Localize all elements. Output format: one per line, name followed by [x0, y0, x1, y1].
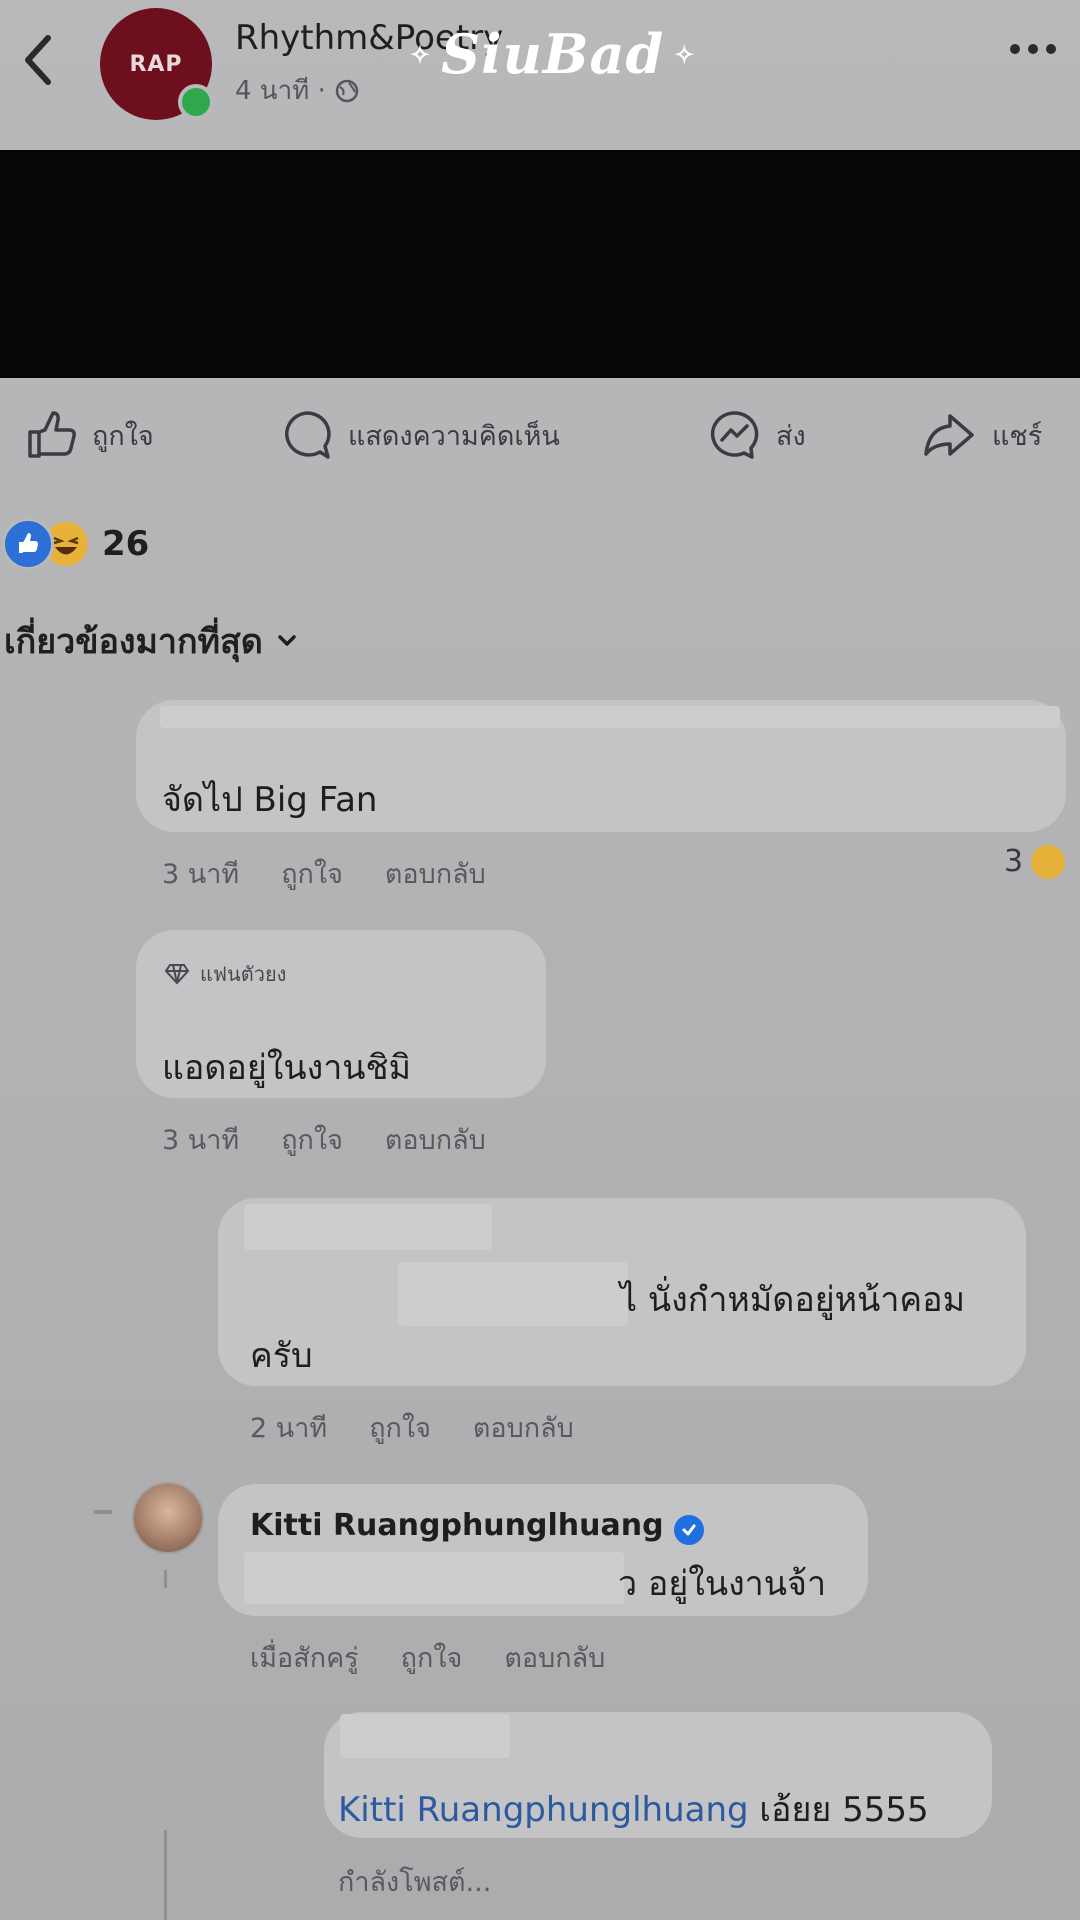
post-media[interactable] [0, 150, 1080, 378]
messenger-icon [710, 411, 759, 459]
comment-text: Kitti Ruangphunglhuang เอ้ยย 5555 [338, 1782, 929, 1836]
haha-reaction-icon [1031, 844, 1066, 879]
redacted-text [244, 1552, 624, 1604]
mentioned-user-link[interactable]: Kitti Ruangphunglhuang [338, 1790, 749, 1830]
comment-reply-link[interactable]: ตอบกลับ [504, 1636, 605, 1679]
comment-like-link[interactable]: ถูกใจ [281, 1118, 343, 1161]
comment-time: 3 นาที [162, 1125, 240, 1156]
chevron-down-icon [278, 635, 296, 646]
watermark-text: SiuBad [441, 22, 665, 86]
redacted-name [340, 1714, 510, 1758]
comment-button[interactable]: แสดงความคิดเห็น [280, 400, 560, 470]
comment-meta: เมื่อสักครู่ ถูกใจ ตอบกลับ [250, 1636, 605, 1679]
badge-label: แฟนตัวยง [200, 962, 287, 986]
dot [1010, 44, 1020, 54]
comment-label: แสดงความคิดเห็น [348, 420, 560, 452]
sparkle-icon: ✧ [410, 39, 432, 69]
redacted-text [398, 1262, 628, 1326]
thread-connector [164, 1830, 167, 1920]
like-label: ถูกใจ [92, 420, 154, 452]
diamond-icon [164, 964, 190, 985]
comment-reply-link[interactable]: ตอบกลับ [385, 852, 486, 895]
thread-connector [164, 1570, 167, 1588]
back-button[interactable] [14, 30, 64, 90]
watermark: ✧ SiuBad ✧ [410, 22, 695, 86]
post-timestamp: 4 นาที · [235, 70, 360, 111]
online-indicator [178, 84, 214, 120]
comment-author-name: Kitti Ruangphunglhuang [250, 1508, 664, 1543]
comment-text: จัดไป Big Fan [162, 780, 378, 820]
chevron-left-icon [25, 35, 51, 85]
avatar-logo-text: RAP [129, 51, 183, 77]
comment-sort-dropdown[interactable]: เกี่ยวข้องมากที่สุด [4, 614, 297, 668]
comment-time: 3 นาที [162, 859, 240, 890]
comment-icon [285, 411, 331, 459]
comment-text-body: เอ้ยย 5555 [748, 1790, 929, 1830]
comment-meta: 3 นาที ถูกใจ ตอบกลับ [162, 852, 486, 895]
more-options-button[interactable] [1010, 44, 1056, 54]
globe-icon [335, 79, 359, 102]
top-fan-badge: แฟนตัวยง [164, 958, 286, 990]
verified-badge-icon [673, 1515, 704, 1545]
comment-text: ไ นั่งกำหมัดอยู่หน้าคอม [620, 1280, 965, 1320]
thread-connector [94, 1510, 112, 1514]
post-time-text: 4 นาที · [235, 76, 326, 106]
post-header: RAP Rhythm&Poetry 4 นาที · ✧ SiuBad ✧ [0, 0, 1080, 145]
send-button[interactable]: ส่ง [708, 400, 806, 470]
post-action-bar: ถูกใจ แสดงความคิดเห็น ส่ง แชร์ [0, 400, 1080, 470]
comment-like-link[interactable]: ถูกใจ [401, 1636, 463, 1679]
sparkle-icon: ✧ [674, 39, 696, 69]
posting-status-text: กำลังโพสต์... [338, 1867, 492, 1898]
comment-posting-status: กำลังโพสต์... [338, 1860, 491, 1903]
comment-text: ว อยู่ในงานจ้า [618, 1564, 827, 1604]
dot [1028, 44, 1038, 54]
comment-time: 2 นาที [250, 1413, 328, 1444]
comment-meta: 3 นาที ถูกใจ ตอบกลับ [162, 1118, 486, 1161]
comment-reaction-count[interactable]: 3 [1004, 844, 1066, 879]
commenter-avatar[interactable] [132, 1482, 204, 1554]
comment-like-link[interactable]: ถูกใจ [281, 852, 343, 895]
reaction-count: 26 [102, 524, 150, 564]
share-button[interactable]: แชร์ [920, 400, 1042, 470]
redacted-name [244, 1204, 492, 1250]
dot [1046, 44, 1056, 54]
share-label: แชร์ [992, 420, 1043, 452]
comment-time: เมื่อสักครู่ [250, 1643, 359, 1674]
comment-text-continued: ครับ [250, 1336, 313, 1376]
screen: RAP Rhythm&Poetry 4 นาที · ✧ SiuBad ✧ ถู… [0, 0, 1080, 1920]
comment-reply-link[interactable]: ตอบกลับ [385, 1118, 486, 1161]
thumbs-up-icon [28, 411, 76, 458]
reactions-summary[interactable]: 26 [2, 518, 149, 570]
comment-meta: 2 นาที ถูกใจ ตอบกลับ [250, 1406, 574, 1449]
sort-label: เกี่ยวข้องมากที่สุด [4, 622, 263, 662]
comment-reaction-number: 3 [1004, 844, 1024, 879]
like-button[interactable]: ถูกใจ [24, 400, 154, 470]
share-icon [924, 414, 974, 456]
comment-text: แอดอยู่ในงานชิมิ [162, 1048, 412, 1088]
comment-author[interactable]: Kitti Ruangphunglhuang [250, 1508, 704, 1545]
comment-reply-link[interactable]: ตอบกลับ [473, 1406, 574, 1449]
send-label: ส่ง [776, 420, 806, 452]
comment-like-link[interactable]: ถูกใจ [369, 1406, 431, 1449]
redacted-name [160, 706, 1060, 728]
like-reaction-icon [2, 518, 54, 570]
